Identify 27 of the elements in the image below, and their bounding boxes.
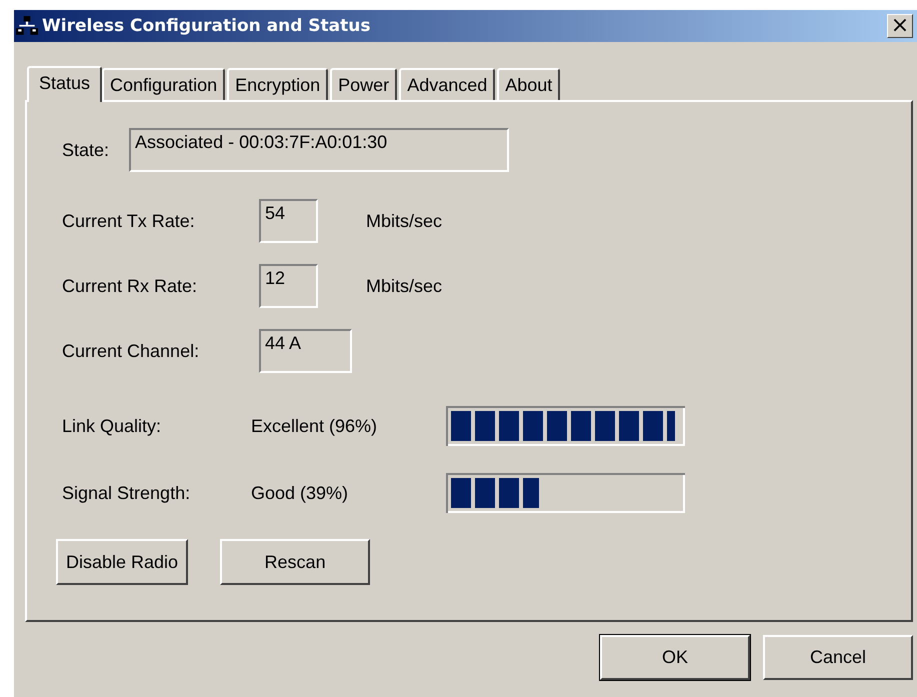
window-title: Wireless Configuration and Status xyxy=(42,16,370,36)
value-field: 44 A xyxy=(259,329,352,373)
dialog-button[interactable]: Cancel xyxy=(763,635,913,680)
value-field: 54 xyxy=(259,199,318,243)
tab[interactable]: Status xyxy=(27,66,102,102)
meter-reading: Excellent (96%) xyxy=(251,416,378,436)
unit-label: Mbits/sec xyxy=(366,276,442,296)
panel-button[interactable]: Rescan xyxy=(220,539,370,585)
meter-label: Link Quality: xyxy=(62,416,162,436)
tab[interactable]: Encryption xyxy=(227,68,328,100)
rate-label: Current Channel: xyxy=(62,340,200,362)
panel-button[interactable]: Disable Radio xyxy=(56,539,188,585)
close-button[interactable]: × xyxy=(887,14,913,38)
tab[interactable]: Configuration xyxy=(102,68,226,100)
tab[interactable]: Advanced xyxy=(399,68,496,100)
tab[interactable]: Power xyxy=(330,68,398,100)
dialog-button[interactable]: OK xyxy=(600,635,750,680)
network-icon xyxy=(16,15,38,37)
tab[interactable]: About xyxy=(497,68,560,100)
state-field: Associated - 00:03:7F:A0:01:30 xyxy=(129,128,510,172)
unit-label: Mbits/sec xyxy=(366,210,442,232)
meter-label: Signal Strength: xyxy=(62,482,192,504)
state-label: State: xyxy=(62,140,110,160)
rate-label: Current Tx Rate: xyxy=(62,210,195,232)
meter-reading: Good (39%) xyxy=(251,482,350,504)
rate-label: Current Rx Rate: xyxy=(62,276,198,296)
value-field: 12 xyxy=(259,264,318,308)
